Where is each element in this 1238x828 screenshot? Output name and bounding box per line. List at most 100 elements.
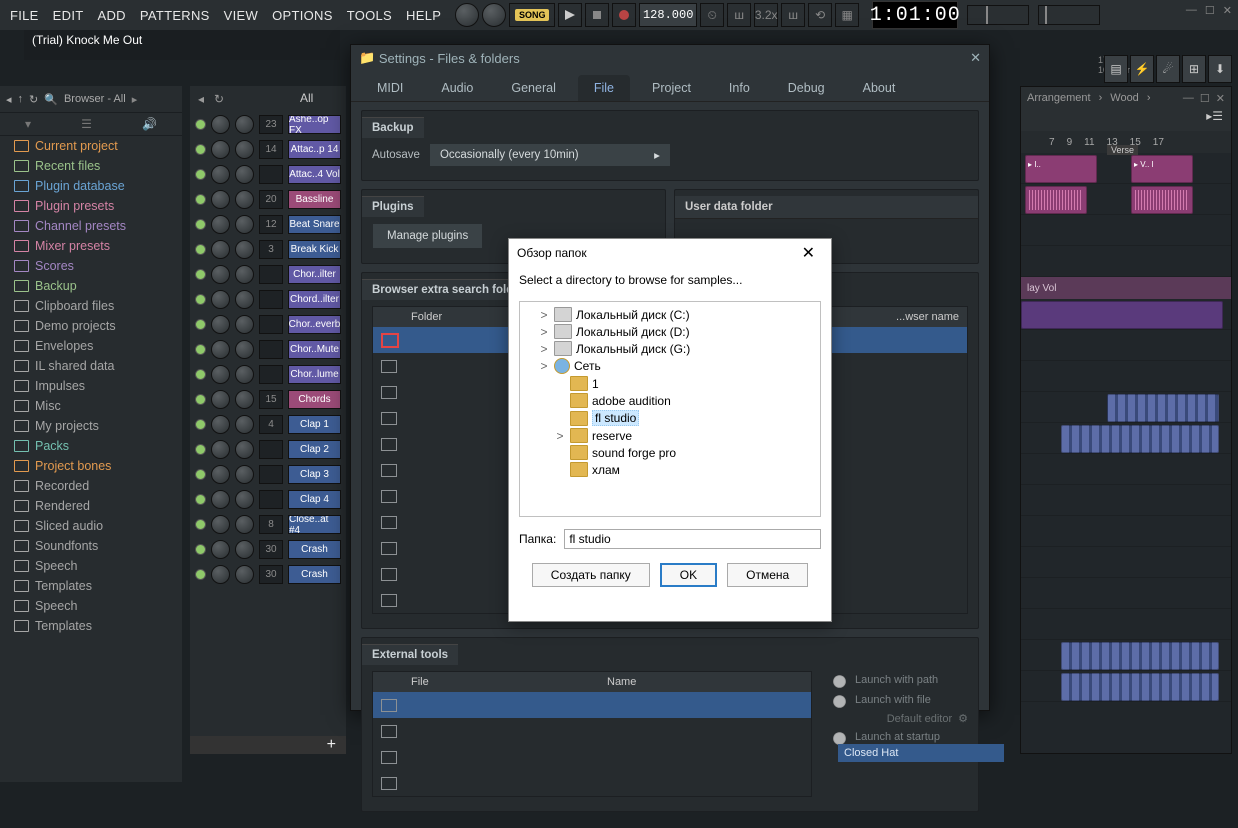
browser-item[interactable]: Demo projects xyxy=(0,316,182,336)
tab-midi[interactable]: MIDI xyxy=(361,75,419,101)
channel-row[interactable]: 30Crash xyxy=(190,537,346,562)
menu-view[interactable]: VIEW xyxy=(218,4,264,27)
clip[interactable]: ▸ V.. I xyxy=(1131,155,1193,183)
channel-led[interactable] xyxy=(195,194,206,205)
sort-icon[interactable]: ☰ xyxy=(81,117,92,131)
channel-name[interactable]: Ashe..op FX xyxy=(288,115,341,134)
channel-number[interactable]: 30 xyxy=(259,565,283,584)
browser-item[interactable]: Envelopes xyxy=(0,336,182,356)
browser-item[interactable]: Templates xyxy=(0,616,182,636)
ok-button[interactable]: OK xyxy=(660,563,717,587)
channel-row[interactable]: Attac..4 Vol xyxy=(190,162,346,187)
back-icon[interactable]: ◂ xyxy=(6,93,12,106)
automation-clip[interactable] xyxy=(1021,301,1223,329)
channel-name[interactable]: Chords xyxy=(288,390,341,409)
channel-led[interactable] xyxy=(195,269,206,280)
channel-led[interactable] xyxy=(195,294,206,305)
channel-name[interactable]: Chor..Mute xyxy=(288,340,341,359)
channel-row[interactable]: Clap 2 xyxy=(190,437,346,462)
master-volume-knob[interactable] xyxy=(455,3,479,27)
channel-pan-knob[interactable] xyxy=(211,540,230,559)
browser-icon[interactable]: ⊞ xyxy=(1182,55,1206,83)
channel-vol-knob[interactable] xyxy=(235,565,254,584)
launch-file-radio[interactable]: Launch with file xyxy=(828,690,968,710)
browser-item[interactable]: Speech xyxy=(0,556,182,576)
channel-led[interactable] xyxy=(195,144,206,155)
channel-name[interactable]: Clap 1 xyxy=(288,415,341,434)
playlist-toggle-icon[interactable]: ▤ xyxy=(1104,55,1128,83)
channel-led[interactable] xyxy=(195,369,206,380)
browser-item[interactable]: Impulses xyxy=(0,376,182,396)
tool-row[interactable] xyxy=(373,744,811,770)
channel-number[interactable]: 3 xyxy=(259,240,283,259)
channel-led[interactable] xyxy=(195,519,206,530)
bpm-display[interactable]: 128.000 xyxy=(639,3,697,27)
pl-min-icon[interactable]: — xyxy=(1183,92,1194,105)
browser-item[interactable]: Recorded xyxy=(0,476,182,496)
browser-item[interactable]: Misc xyxy=(0,396,182,416)
channel-row[interactable]: Chor..Mute xyxy=(190,337,346,362)
launch-path-radio[interactable]: Launch with path xyxy=(828,670,968,690)
browser-item[interactable]: Plugin presets xyxy=(0,196,182,216)
channel-number[interactable] xyxy=(259,440,283,459)
channel-name[interactable]: Close..at #4 xyxy=(288,515,341,534)
channel-number[interactable]: 23 xyxy=(259,115,283,134)
channel-number[interactable] xyxy=(259,365,283,384)
browser-item[interactable]: Plugin database xyxy=(0,176,182,196)
browser-item[interactable]: Clipboard files xyxy=(0,296,182,316)
audio-icon[interactable]: 🔊 xyxy=(142,117,157,131)
channel-pan-knob[interactable] xyxy=(211,490,230,509)
tab-project[interactable]: Project xyxy=(636,75,707,101)
tree-node[interactable]: >Локальный диск (C:) xyxy=(524,306,816,323)
tree-node[interactable]: fl studio xyxy=(524,409,816,427)
channel-pan-knob[interactable] xyxy=(211,165,230,184)
channel-number[interactable]: 30 xyxy=(259,540,283,559)
channel-name[interactable]: Chor..lume xyxy=(288,365,341,384)
channel-pan-knob[interactable] xyxy=(211,215,230,234)
channel-row[interactable]: Chord..ilter xyxy=(190,287,346,312)
channel-vol-knob[interactable] xyxy=(235,240,254,259)
tab-audio[interactable]: Audio xyxy=(425,75,489,101)
channel-row[interactable]: Chor..ilter xyxy=(190,262,346,287)
blend-icon[interactable]: ш xyxy=(781,3,805,27)
channel-led[interactable] xyxy=(195,444,206,455)
channel-name[interactable]: Chord..ilter xyxy=(288,290,341,309)
channel-name[interactable]: Bassline xyxy=(288,190,341,209)
menu-edit[interactable]: EDIT xyxy=(47,4,90,27)
audio-clip[interactable] xyxy=(1025,186,1087,214)
channel-number[interactable] xyxy=(259,340,283,359)
channel-row[interactable]: 4Clap 1 xyxy=(190,412,346,437)
browser-item[interactable]: Packs xyxy=(0,436,182,456)
channel-pan-knob[interactable] xyxy=(211,465,230,484)
channel-led[interactable] xyxy=(195,394,206,405)
channel-pan-knob[interactable] xyxy=(211,140,230,159)
channel-row[interactable]: Chor..everb xyxy=(190,312,346,337)
channel-name[interactable]: Attac..p 14 xyxy=(288,140,341,159)
channel-led[interactable] xyxy=(195,419,206,430)
channel-row[interactable]: 20 Bassline xyxy=(190,187,346,212)
dialog-close-button[interactable]: ✕ xyxy=(794,241,823,265)
channel-vol-knob[interactable] xyxy=(235,265,254,284)
channel-led[interactable] xyxy=(195,119,206,130)
record-button[interactable] xyxy=(612,3,636,27)
browser-item[interactable]: Current project xyxy=(0,136,182,156)
channel-vol-knob[interactable] xyxy=(235,390,254,409)
pl-menu-icon[interactable]: ▸☰ xyxy=(1206,109,1223,131)
channel-number[interactable]: 20 xyxy=(259,190,283,209)
channel-pan-knob[interactable] xyxy=(211,365,230,384)
channel-pan-knob[interactable] xyxy=(211,190,230,209)
tree-node[interactable]: >Сеть xyxy=(524,357,816,375)
channel-row[interactable]: 14Attac..p 14 xyxy=(190,137,346,162)
browser-menu-icon[interactable]: ▸ xyxy=(132,93,138,106)
channel-pan-knob[interactable] xyxy=(211,415,230,434)
add-channel-button[interactable]: + xyxy=(190,736,346,754)
collapse-icon[interactable]: ▾ xyxy=(25,117,31,131)
browser-item[interactable]: Speech xyxy=(0,596,182,616)
channel-vol-knob[interactable] xyxy=(235,465,254,484)
menu-tools[interactable]: TOOLS xyxy=(341,4,398,27)
channel-pan-knob[interactable] xyxy=(211,240,230,259)
tree-node[interactable]: >Локальный диск (G:) xyxy=(524,340,816,357)
autosave-dropdown[interactable]: Occasionally (every 10min)▸ xyxy=(430,144,670,166)
channel-led[interactable] xyxy=(195,494,206,505)
browser-item[interactable]: Project bones xyxy=(0,456,182,476)
